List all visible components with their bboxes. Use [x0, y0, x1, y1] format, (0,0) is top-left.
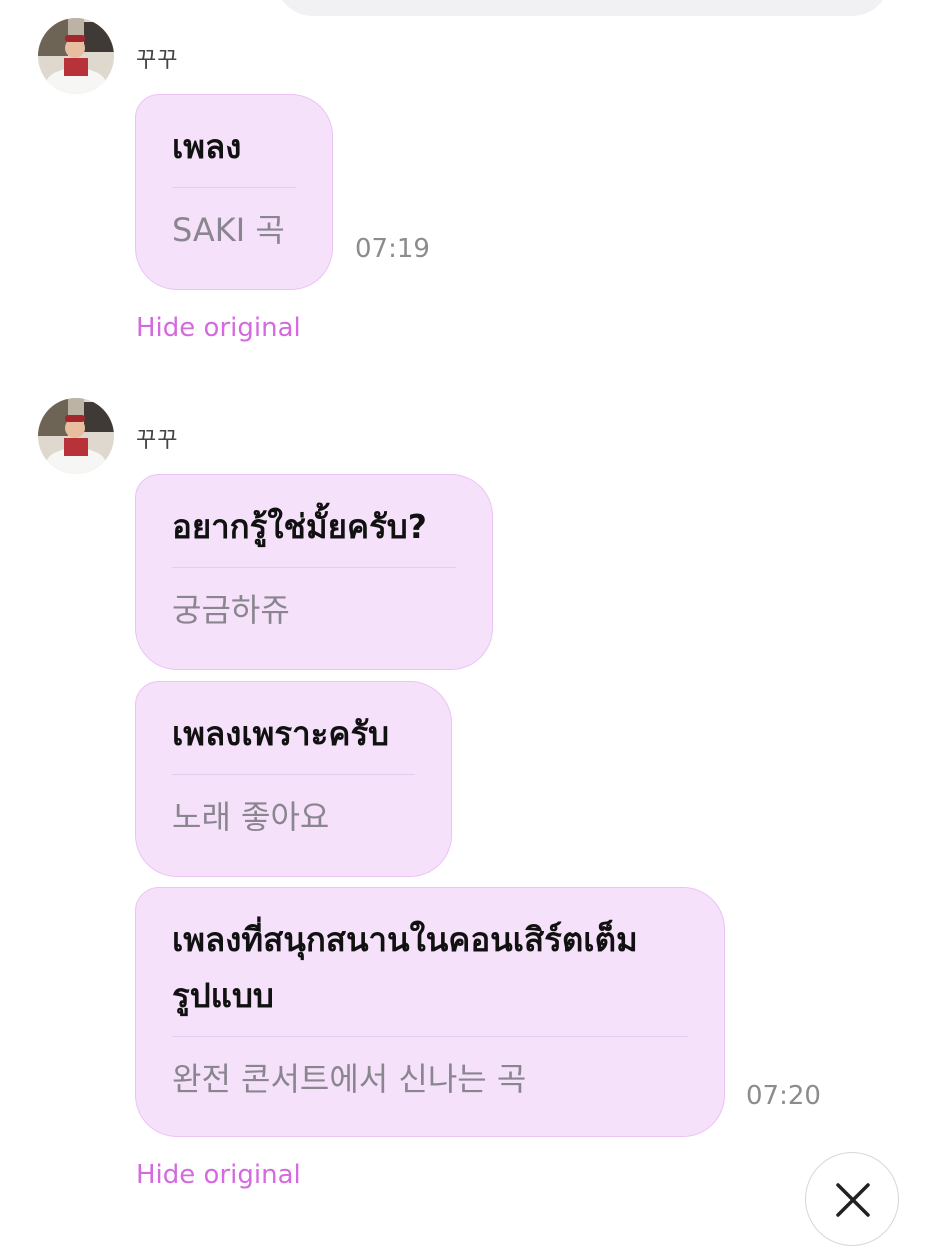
sender-avatar[interactable]	[38, 398, 114, 474]
bubble-divider	[172, 1036, 688, 1037]
message-text: เพลง	[172, 127, 242, 166]
message-text: เพลงเพราะครับ	[172, 714, 390, 753]
bubble-divider	[172, 567, 456, 568]
translated-text: SAKI 곡	[172, 211, 285, 249]
message-time: 07:20	[746, 1081, 821, 1111]
message-time: 07:19	[355, 234, 430, 264]
avatar-photo-icon	[38, 398, 114, 474]
message-text-line-2: รูปแบบ	[172, 976, 274, 1015]
bubble-divider	[172, 187, 296, 188]
close-button[interactable]	[805, 1152, 899, 1246]
message-bubble[interactable]: เพลงเพราะครับ 노래 좋아요	[135, 681, 452, 877]
sender-avatar[interactable]	[38, 18, 114, 94]
avatar-photo-icon	[38, 18, 114, 94]
message-text-line-1: เพลงที่สนุกสนานในคอนเสิร์ตเต็ม	[172, 920, 638, 959]
hide-original-link[interactable]: Hide original	[136, 1160, 301, 1190]
bubble-divider	[172, 774, 415, 775]
sender-name: 꾸꾸	[136, 48, 179, 73]
sender-name: 꾸꾸	[136, 428, 179, 453]
translated-text: 완전 콘서트에서 신나는 곡	[172, 1060, 527, 1098]
message-bubble[interactable]: เพลงที่สนุกสนานในคอนเสิร์ตเต็ม รูปแบบ 완전…	[135, 887, 725, 1137]
message-bubble[interactable]: เพลง SAKI 곡	[135, 94, 333, 290]
translated-text: 궁금하쥬	[172, 591, 290, 629]
previous-message-bubble	[275, 0, 890, 16]
translated-text: 노래 좋아요	[172, 798, 330, 836]
hide-original-link[interactable]: Hide original	[136, 313, 301, 343]
message-text: อยากรู้ใช่มั้ยครับ?	[172, 507, 427, 546]
message-bubble[interactable]: อยากรู้ใช่มั้ยครับ? 궁금하쥬	[135, 474, 493, 670]
close-icon	[836, 1183, 870, 1217]
